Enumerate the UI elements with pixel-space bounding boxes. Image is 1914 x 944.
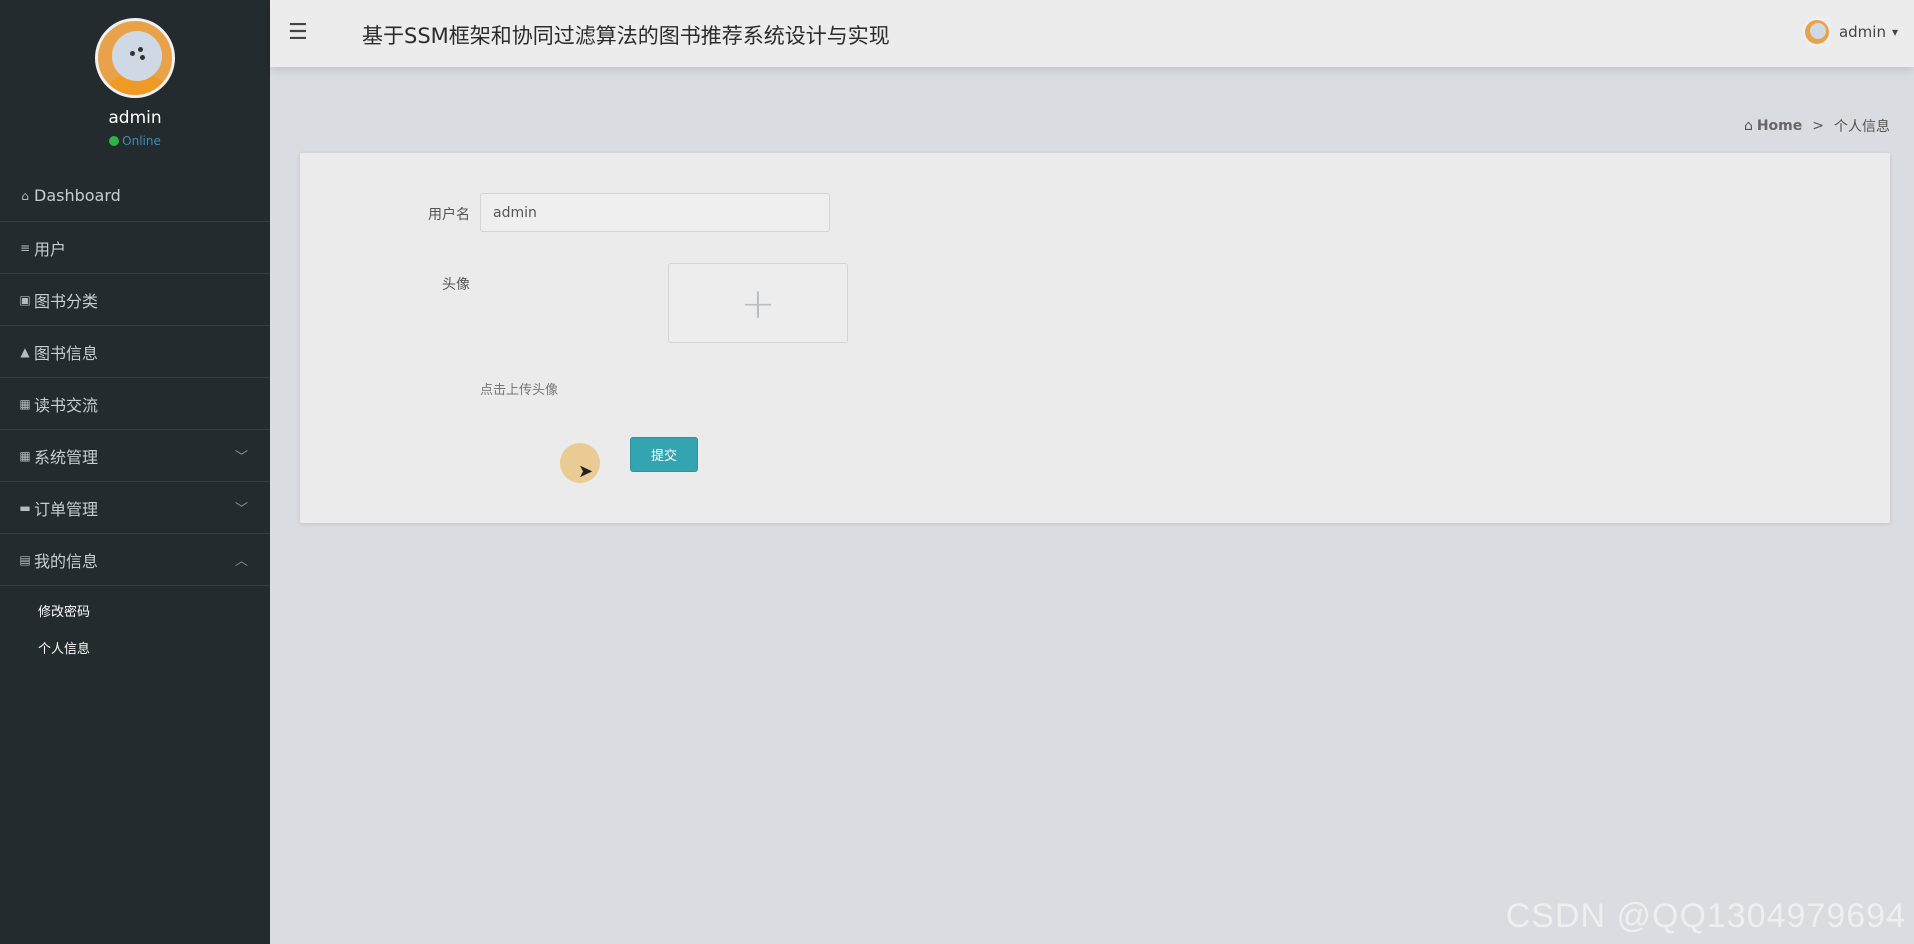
page-title: 基于SSM框架和协同过滤算法的图书推荐系统设计与实现 xyxy=(362,24,890,48)
grid-icon: ▦ xyxy=(19,448,31,463)
sidebar-item-label: 系统管理 xyxy=(34,447,99,467)
avatar-upload-box[interactable]: + xyxy=(668,263,848,343)
chevron-down-icon: ﹀ xyxy=(234,502,248,517)
plus-icon: + xyxy=(740,278,776,328)
sidebar: admin Online ⌂ Dashboard ≡ 用户 ▣ 图书分类 ▲ 图… xyxy=(0,0,270,944)
avatar-label: 头像 xyxy=(442,277,470,293)
menu-toggle-icon[interactable]: ☰ xyxy=(288,20,308,45)
sidebar-item-system-management[interactable]: ▦ 系统管理 ﹀ xyxy=(0,430,270,482)
online-dot-icon xyxy=(109,136,120,146)
breadcrumb-separator: > xyxy=(1812,118,1824,134)
list-icon: ≡ xyxy=(19,240,31,255)
user-name: admin xyxy=(1838,23,1886,41)
status-badge: Online xyxy=(109,134,161,148)
mouse-pointer-icon: ➤ xyxy=(578,461,594,482)
username-value: admin xyxy=(493,204,537,221)
sidebar-item-users[interactable]: ≡ 用户 xyxy=(0,222,270,274)
sidebar-item-dashboard[interactable]: ⌂ Dashboard xyxy=(0,170,270,222)
sidebar-item-my-info[interactable]: ▤ 我的信息 ︿ xyxy=(0,534,270,586)
username-label: 用户名 xyxy=(428,207,470,223)
avatar xyxy=(1802,18,1831,46)
sidebar-subitem-personal-info[interactable]: 个人信息 xyxy=(0,629,270,666)
sidebar-item-label: 图书信息 xyxy=(34,343,99,363)
top-header: ☰ 基于SSM框架和协同过滤算法的图书推荐系统设计与实现 admin ▾ xyxy=(270,0,1914,67)
person-icon: ▲ xyxy=(20,344,30,359)
grid-icon: ▦ xyxy=(19,396,31,411)
upload-hint: 点击上传头像 xyxy=(480,383,559,398)
username-field[interactable]: admin xyxy=(480,193,830,232)
status-text: Online xyxy=(122,134,161,148)
breadcrumb-home[interactable]: Home xyxy=(1757,118,1802,134)
profile-name: admin xyxy=(108,108,162,128)
card-icon: ▤ xyxy=(19,552,31,567)
submit-button[interactable]: 提交 xyxy=(630,437,698,472)
home-icon: ⌂ xyxy=(1743,118,1753,134)
sidebar-item-order-management[interactable]: ▬ 订单管理 ﹀ xyxy=(0,482,270,534)
user-menu[interactable]: admin ▾ xyxy=(1802,18,1898,46)
sidebar-item-label: 我的信息 xyxy=(34,551,99,571)
sidebar-item-label: 用户 xyxy=(34,239,67,259)
breadcrumb-current: 个人信息 xyxy=(1834,119,1890,135)
chevron-down-icon: ﹀ xyxy=(234,450,248,465)
calendar-icon: ▣ xyxy=(19,292,31,307)
sidebar-item-label: 订单管理 xyxy=(34,499,99,519)
sidebar-subitem-change-password[interactable]: 修改密码 xyxy=(0,592,270,629)
sidebar-item-label: 读书交流 xyxy=(34,395,99,415)
watermark: CSDN @QQ1304979694 xyxy=(1505,897,1906,935)
avatar xyxy=(95,18,175,98)
sidebar-item-book-category[interactable]: ▣ 图书分类 xyxy=(0,274,270,326)
comment-icon: ▬ xyxy=(19,500,31,515)
sidebar-profile: admin Online xyxy=(0,0,270,170)
sidebar-item-label: 图书分类 xyxy=(34,291,99,311)
sidebar-item-label: Dashboard xyxy=(34,186,121,205)
breadcrumb: ⌂ Home > 个人信息 xyxy=(1744,116,1890,136)
sidebar-item-book-info[interactable]: ▲ 图书信息 xyxy=(0,326,270,378)
home-icon: ⌂ xyxy=(21,188,29,203)
chevron-down-icon: ▾ xyxy=(1891,25,1898,39)
profile-form-card: 用户名 admin 头像 + 点击上传头像 提交 ➤ xyxy=(300,153,1890,523)
sidebar-item-reading-exchange[interactable]: ▦ 读书交流 xyxy=(0,378,270,430)
chevron-up-icon: ︿ xyxy=(234,554,248,569)
